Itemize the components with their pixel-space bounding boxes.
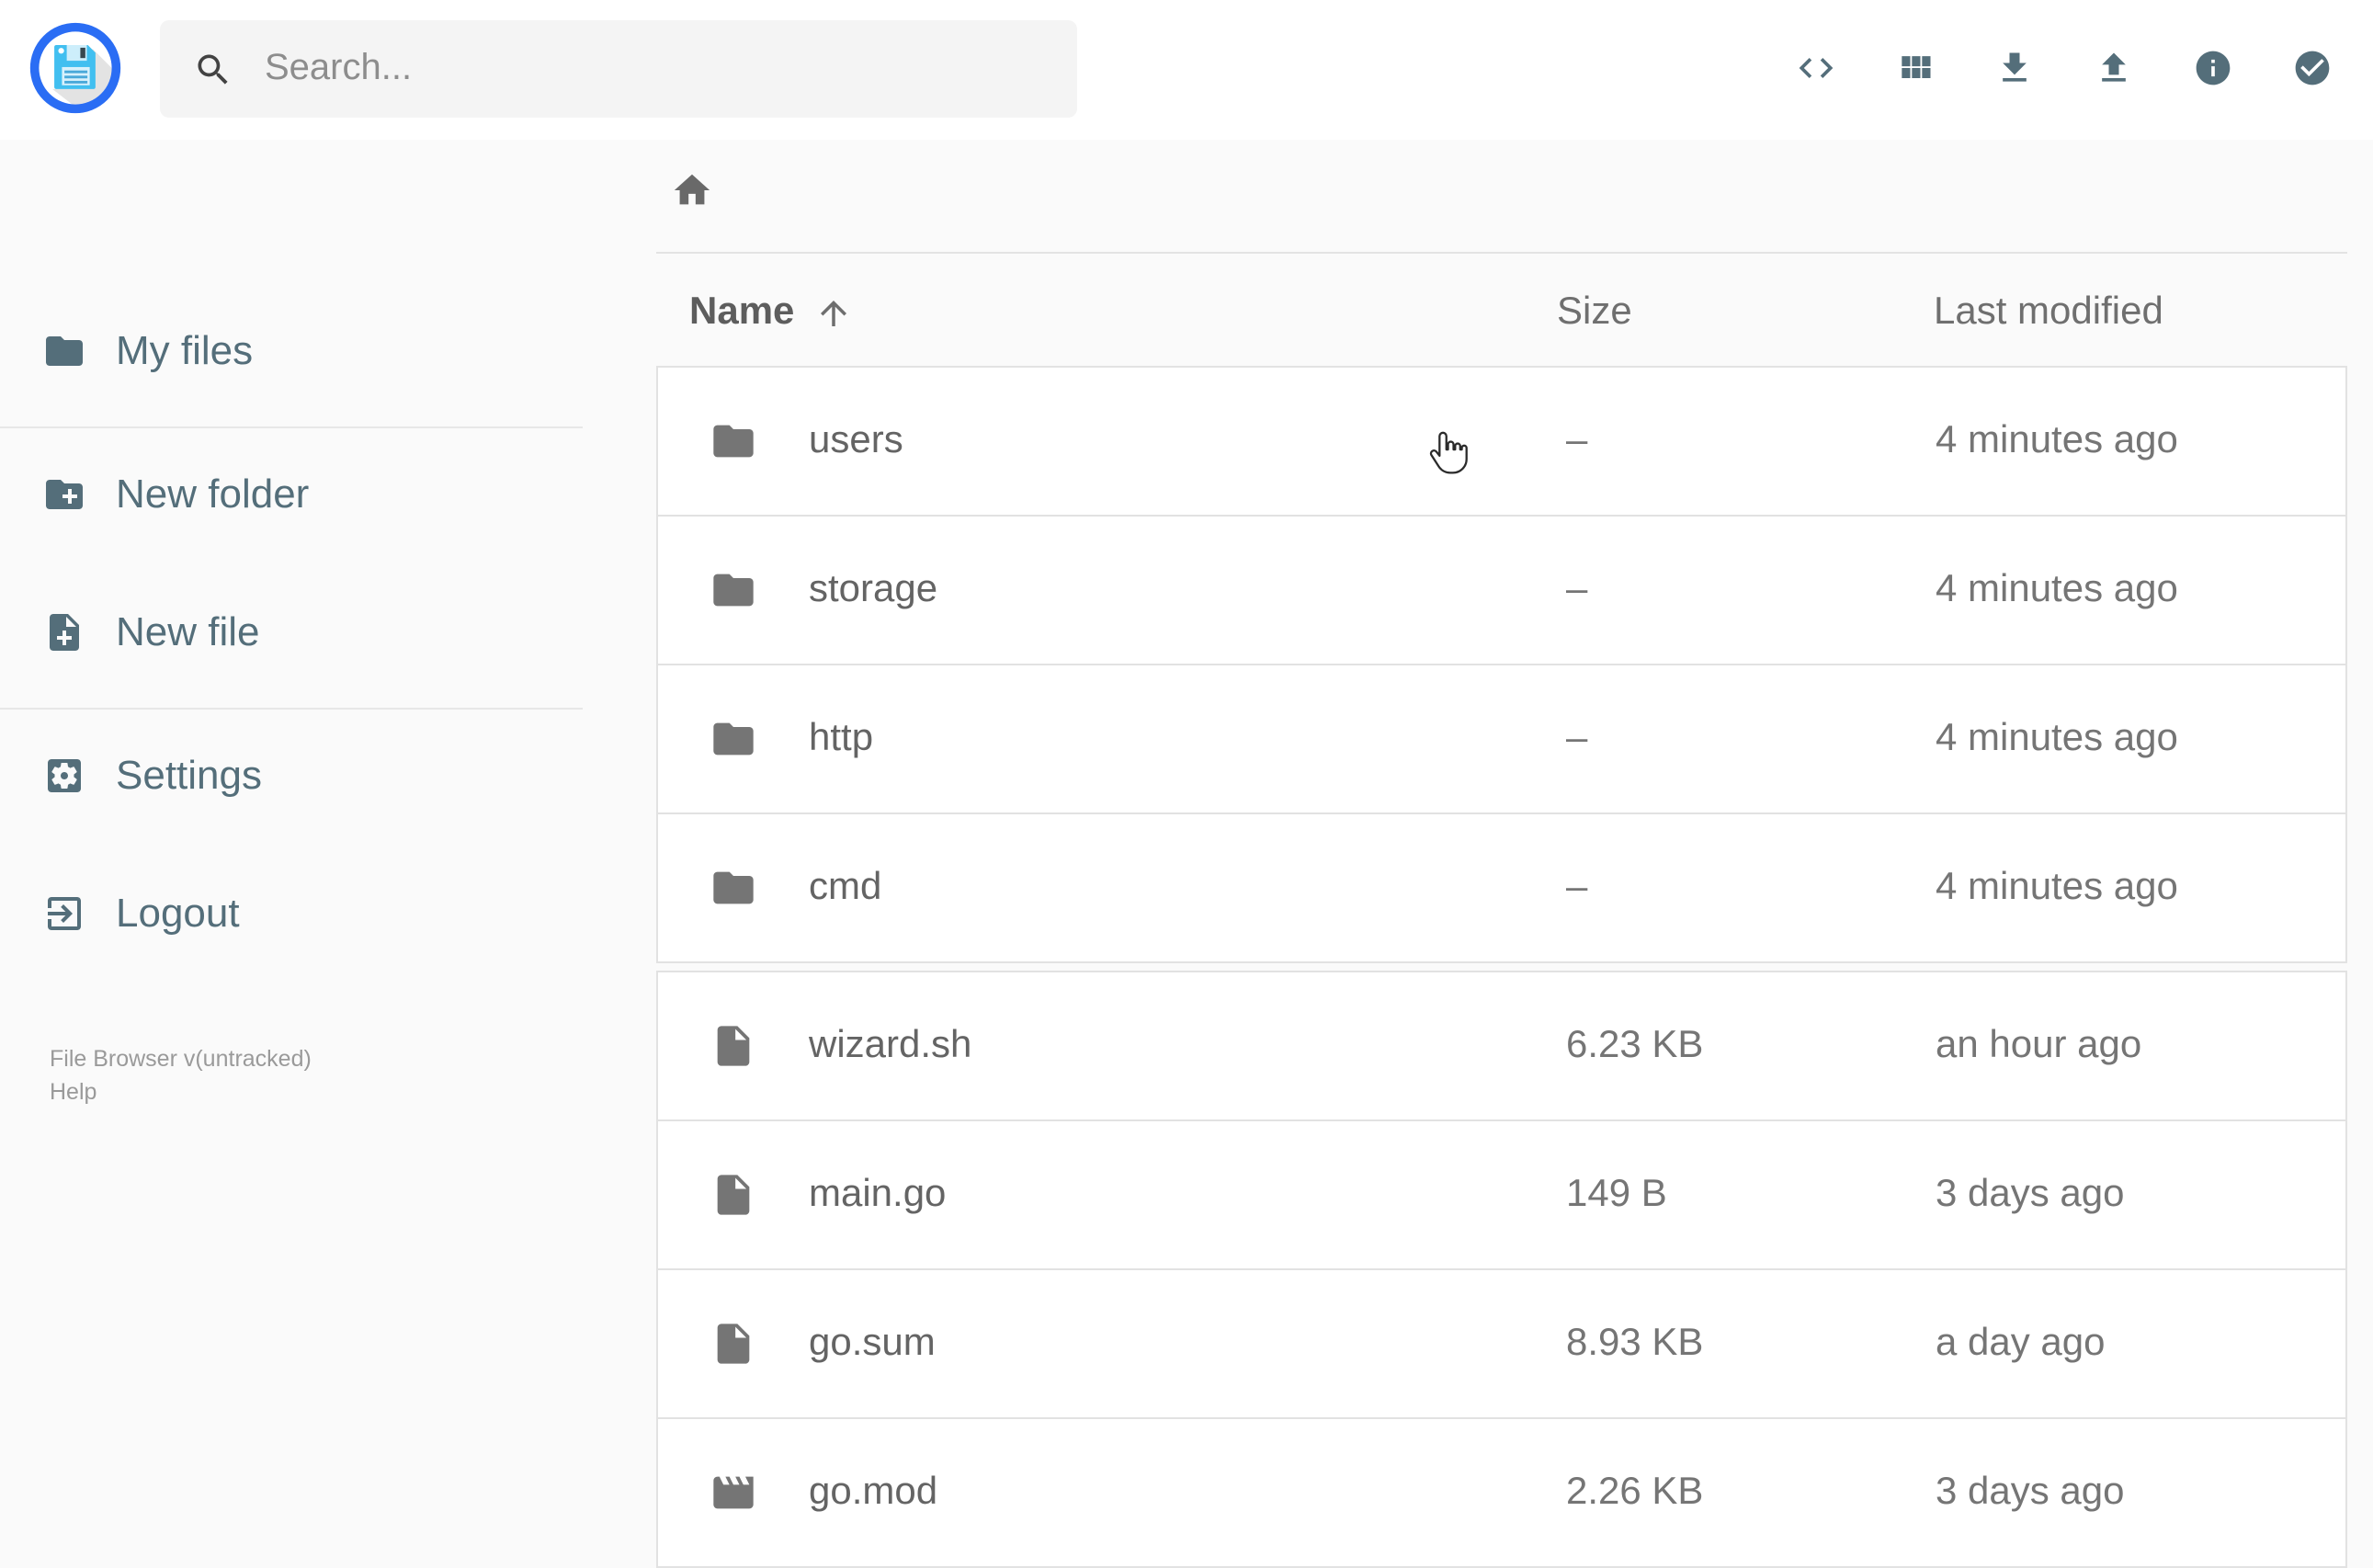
item-name: wizard.sh bbox=[809, 1024, 972, 1066]
item-modified: an hour ago bbox=[1936, 1024, 2142, 1066]
top-bar bbox=[0, 0, 2373, 140]
item-name: storage bbox=[809, 568, 938, 610]
help-link[interactable]: Help bbox=[50, 1076, 312, 1108]
arrow-up-icon bbox=[821, 300, 847, 325]
sidebar-credits: File Browser v(untracked) Help bbox=[50, 1044, 312, 1108]
folder-row[interactable]: users – 4 minutes ago bbox=[656, 366, 2347, 517]
item-name: go.mod bbox=[809, 1471, 938, 1513]
sidebar-item-label: New folder bbox=[116, 471, 310, 517]
folder-icon bbox=[713, 425, 754, 458]
item-size: 8.93 KB bbox=[1566, 1322, 1704, 1364]
download-icon[interactable] bbox=[1994, 48, 2035, 88]
item-modified: 4 minutes ago bbox=[1936, 717, 2178, 759]
column-header-name[interactable]: Name bbox=[689, 290, 853, 333]
item-size: – bbox=[1566, 717, 1588, 759]
item-size: 2.26 KB bbox=[1566, 1471, 1704, 1513]
sidebar-item-new-folder[interactable]: New folder bbox=[0, 450, 583, 539]
sidebar-item-new-file[interactable]: New file bbox=[0, 588, 583, 676]
item-name: http bbox=[809, 717, 874, 759]
check-circle-icon[interactable] bbox=[2292, 48, 2333, 88]
item-modified: 4 minutes ago bbox=[1936, 866, 2178, 908]
item-modified: 3 days ago bbox=[1936, 1173, 2125, 1215]
item-size: – bbox=[1566, 866, 1588, 908]
logout-icon bbox=[48, 897, 81, 930]
home-icon[interactable] bbox=[671, 169, 713, 211]
app-version: File Browser v(untracked) bbox=[50, 1046, 312, 1072]
file-row[interactable]: go.sum 8.93 KB a day ago bbox=[656, 1268, 2347, 1419]
breadcrumb-divider bbox=[656, 252, 2347, 254]
column-header-name-label: Name bbox=[689, 290, 795, 333]
item-modified: 3 days ago bbox=[1936, 1471, 2125, 1513]
sidebar-item-label: Settings bbox=[116, 752, 262, 798]
folder-icon bbox=[713, 871, 754, 904]
file-icon bbox=[717, 1026, 750, 1066]
new-folder-icon bbox=[46, 480, 83, 509]
item-size: 149 B bbox=[1566, 1173, 1667, 1215]
floppy-logo-icon bbox=[29, 22, 121, 114]
item-size: – bbox=[1566, 419, 1588, 461]
new-file-icon bbox=[50, 614, 79, 651]
file-row[interactable]: wizard.sh 6.23 KB an hour ago bbox=[656, 971, 2347, 1121]
sidebar-item-label: New file bbox=[116, 608, 260, 654]
item-name: go.sum bbox=[809, 1322, 936, 1364]
column-header-modified[interactable]: Last modified bbox=[1934, 291, 2163, 333]
movie-icon bbox=[713, 1476, 754, 1509]
folder-icon bbox=[46, 336, 83, 366]
sidebar-item-my-files[interactable]: My files bbox=[0, 307, 583, 395]
settings-icon bbox=[48, 759, 81, 792]
search-input[interactable] bbox=[261, 46, 1040, 92]
file-listing: wizard.sh 6.23 KB an hour ago main.go 14… bbox=[656, 971, 2347, 1568]
sidebar-divider bbox=[0, 708, 583, 710]
item-size: 6.23 KB bbox=[1566, 1024, 1704, 1066]
grid-view-icon[interactable] bbox=[1895, 48, 1936, 88]
column-header-size[interactable]: Size bbox=[1557, 291, 1632, 333]
search-box[interactable] bbox=[160, 20, 1077, 118]
app-logo bbox=[29, 22, 121, 114]
folder-listing: users – 4 minutes ago storage – 4 minute… bbox=[656, 366, 2347, 963]
search-icon bbox=[198, 53, 228, 84]
item-name: main.go bbox=[809, 1173, 947, 1215]
item-size: – bbox=[1566, 568, 1588, 610]
folder-icon bbox=[713, 722, 754, 756]
header-actions bbox=[1796, 48, 2333, 88]
sidebar-item-label: Logout bbox=[116, 890, 240, 936]
item-modified: a day ago bbox=[1936, 1322, 2106, 1364]
file-icon bbox=[717, 1324, 750, 1364]
folder-icon bbox=[713, 574, 754, 607]
file-browser-app: My files New folder New file Settings bbox=[0, 0, 2373, 1568]
item-name: users bbox=[809, 419, 903, 461]
folder-row[interactable]: cmd – 4 minutes ago bbox=[656, 812, 2347, 963]
code-icon[interactable] bbox=[1796, 48, 1836, 88]
folder-row[interactable]: storage – 4 minutes ago bbox=[656, 515, 2347, 665]
file-row[interactable]: go.mod 2.26 KB 3 days ago bbox=[656, 1417, 2347, 1568]
info-icon[interactable] bbox=[2193, 48, 2233, 88]
folder-row[interactable]: http – 4 minutes ago bbox=[656, 664, 2347, 814]
sidebar-item-settings[interactable]: Settings bbox=[0, 732, 583, 820]
sidebar: My files New folder New file Settings Lo… bbox=[0, 140, 583, 1526]
file-row[interactable]: main.go 149 B 3 days ago bbox=[656, 1119, 2347, 1270]
sidebar-item-logout[interactable]: Logout bbox=[0, 869, 583, 958]
upload-icon[interactable] bbox=[2094, 48, 2134, 88]
item-name: cmd bbox=[809, 866, 882, 908]
sidebar-item-label: My files bbox=[116, 327, 254, 373]
file-icon bbox=[717, 1175, 750, 1215]
sidebar-divider bbox=[0, 426, 583, 428]
item-modified: 4 minutes ago bbox=[1936, 419, 2178, 461]
item-modified: 4 minutes ago bbox=[1936, 568, 2178, 610]
